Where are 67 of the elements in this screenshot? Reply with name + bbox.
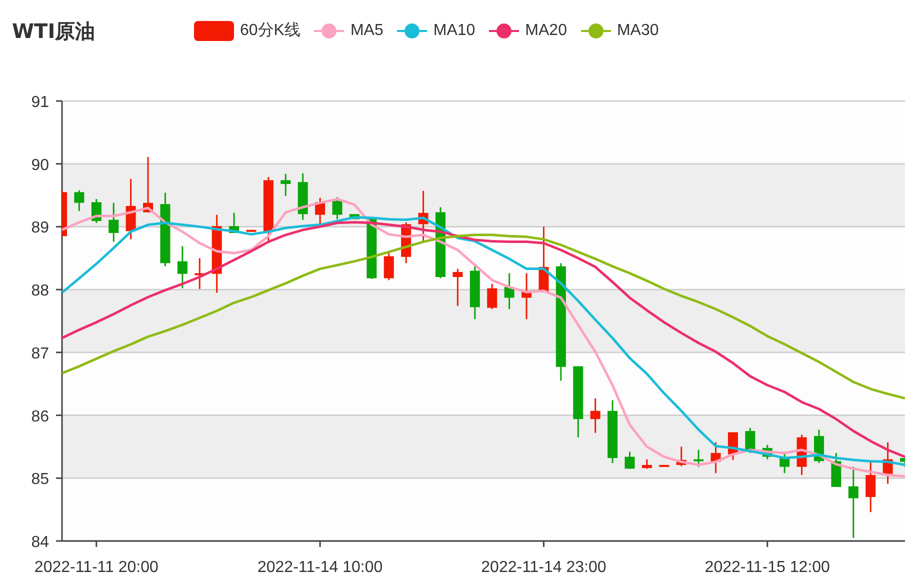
candlestick	[418, 190, 428, 244]
candlestick	[470, 264, 480, 320]
candlestick	[814, 430, 824, 464]
y-tick-label: 85	[31, 471, 49, 488]
candlestick	[762, 444, 772, 460]
candlestick	[280, 174, 291, 196]
legend-label[interactable]: MA5	[350, 22, 384, 40]
candlestick	[728, 432, 738, 460]
candlestick	[624, 452, 635, 469]
legend-label[interactable]: MA30	[616, 22, 659, 40]
candlestick	[866, 462, 876, 512]
legend-line-icon[interactable]	[314, 22, 344, 38]
candlestick	[74, 190, 84, 211]
candlestick	[126, 178, 136, 240]
y-tick-label: 84	[31, 534, 49, 551]
candlestick	[676, 446, 686, 466]
y-tick-label: 89	[31, 220, 49, 237]
candlestick	[590, 398, 600, 433]
candlestick	[62, 190, 67, 236]
y-tick-label: 86	[31, 408, 49, 426]
candlestick	[452, 268, 463, 306]
legend-label[interactable]: MA20	[525, 22, 567, 40]
legend-label[interactable]: 60分K线	[240, 20, 300, 41]
x-tick-label: 2022-11-15 12:00	[704, 559, 830, 576]
candlestick	[332, 197, 342, 220]
candlestick	[315, 198, 326, 225]
candlestick	[745, 428, 756, 453]
candlestick	[229, 212, 240, 233]
legend-line-icon[interactable]	[489, 22, 520, 38]
x-tick-label: 2022-11-14 10:00	[258, 559, 383, 576]
candlestick	[401, 222, 412, 264]
legend-candle-icon[interactable]	[194, 20, 234, 40]
candlestick	[796, 434, 807, 475]
candlestick	[263, 177, 274, 244]
y-tick-label: 90	[31, 156, 49, 174]
y-tick-label: 88	[31, 282, 49, 300]
candlestick	[246, 230, 256, 232]
legend-line-icon[interactable]	[397, 22, 428, 38]
y-tick-label: 87	[31, 345, 49, 362]
chart-title: WTI原油	[12, 18, 96, 45]
candlestick	[780, 452, 790, 474]
candlestick	[504, 273, 514, 310]
candlestick	[487, 284, 498, 310]
candlestick	[642, 459, 652, 469]
candlestick	[177, 246, 188, 288]
candlestick	[538, 226, 549, 292]
candlestick	[143, 156, 154, 212]
x-tick-label: 2022-11-14 23:00	[481, 559, 606, 576]
candlestick	[194, 258, 205, 289]
candlestick	[349, 214, 360, 220]
candlestick	[848, 466, 858, 538]
candlestick	[91, 199, 102, 223]
candlestick	[522, 273, 532, 320]
candlestick	[298, 173, 308, 220]
candlestick	[882, 442, 893, 484]
x-tick-label: 2022-11-11 20:00	[34, 559, 158, 576]
candlestick	[710, 442, 721, 474]
candlestick	[108, 202, 119, 242]
candlestick	[573, 366, 584, 438]
candlestick	[608, 400, 618, 464]
legend-line-icon[interactable]	[580, 22, 611, 38]
candlestick	[659, 464, 670, 467]
candlestick	[694, 450, 704, 467]
candlestick	[831, 453, 842, 487]
legend-label[interactable]: MA10	[433, 22, 476, 40]
candlestick	[900, 457, 905, 467]
y-tick-label: 91	[31, 94, 49, 111]
